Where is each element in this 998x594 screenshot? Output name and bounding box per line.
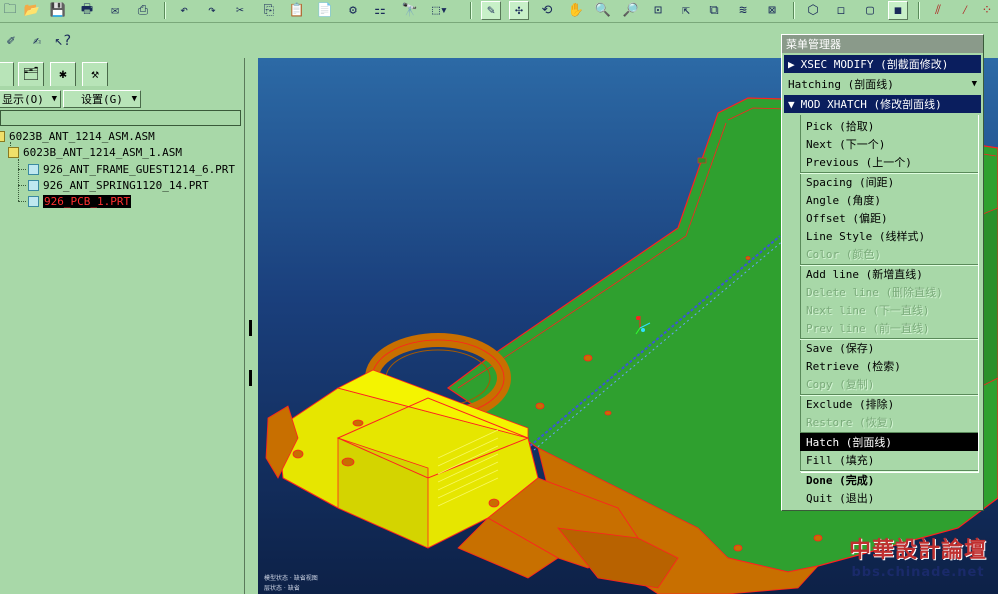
model-tree-menubar: 显示(O) ▼ 设置(G) ▼ (0, 89, 244, 109)
find-icon[interactable]: 🔭 (400, 1, 420, 20)
refit-icon[interactable]: ⊡ (648, 1, 668, 20)
selected-item-label: 926_PCB_1.PRT (43, 194, 132, 208)
menu-item-next-line: Next line (下一直线) (806, 304, 930, 317)
assembly-icon (8, 146, 19, 158)
zoom-out-icon[interactable]: 🔎 (621, 1, 641, 20)
menu-item-restore: Restore (恢复) (806, 416, 895, 429)
chevron-down-icon: ▼ (51, 94, 57, 104)
mod-xhatch-header[interactable]: ▼ MOD XHATCH (修改剖面线) (784, 95, 981, 113)
menu-item-hatch[interactable]: Hatch (剖面线) (800, 433, 978, 451)
send-icon[interactable]: ✉ (105, 1, 125, 20)
paste-special-icon[interactable]: 📄 (315, 1, 335, 20)
datum-plane-icon[interactable]: ⫽ (928, 1, 948, 20)
undo-icon[interactable]: ↶ (174, 1, 194, 20)
triangle-right-icon: ▶ (788, 57, 795, 71)
xsec-modify-header[interactable]: ▶ XSEC MODIFY (剖截面修改) (784, 55, 981, 73)
saved-views-icon[interactable]: ⧉ (704, 1, 724, 20)
folder-icon[interactable]: 🗀 (0, 1, 20, 20)
model-tree-search-field[interactable] (0, 110, 241, 126)
datum-axis-icon[interactable]: ⁄ (955, 1, 975, 20)
folder-browser-tab[interactable]: 🗂 (18, 62, 44, 86)
menu-item-add-line[interactable]: Add line (新增直线) (800, 265, 978, 283)
tree-item-pcb-part[interactable]: 926_PCB_1.PRT (28, 193, 132, 209)
env-icon[interactable]: ⊠ (762, 1, 782, 20)
menu-item-save[interactable]: Save (保存) (800, 339, 978, 357)
forum-watermark: 中華設計論壇 bbs.chinade.net (848, 538, 987, 580)
connections-tab[interactable]: ⚒ (82, 62, 108, 86)
regenerate-icon[interactable]: ⚙ (343, 1, 363, 20)
secondary-toolbar: ✐ ✍ ↖? (0, 26, 74, 56)
whats-this-icon[interactable]: ↖? (52, 30, 74, 52)
context-help-icon[interactable]: ✍ (26, 30, 48, 52)
orient-icon[interactable]: ⟲ (537, 1, 557, 20)
part-icon (28, 163, 39, 175)
menu-item-color: Color (颜色) (806, 248, 881, 261)
chevron-down-icon: ▼ (971, 79, 977, 89)
menu-item-quit[interactable]: Quit (退出) (800, 489, 978, 507)
redo-icon[interactable]: ↷ (202, 1, 222, 20)
print-icon[interactable]: 🖶 (77, 1, 97, 20)
favorites-tab[interactable]: ✱ (50, 62, 76, 86)
chevron-down-icon: ▼ (131, 94, 137, 104)
menu-item-next[interactable]: Next (下一个) (800, 135, 978, 153)
menu-item-done[interactable]: Done (完成) (800, 471, 978, 489)
model-tree-icon[interactable]: ✐ (0, 30, 22, 52)
menu-item-offset[interactable]: Offset (偏距) (800, 209, 978, 227)
select-box-icon[interactable]: ⬚▾ (424, 1, 456, 20)
splitter-grip-icon[interactable] (249, 320, 252, 336)
navigator-tabs: 🗂 ✱ ⚒ (0, 60, 244, 86)
menu-item-line-style[interactable]: Line Style (线样式) (800, 227, 978, 245)
main-toolbar: 🗀 📂 💾 🖶 ✉ ⎙ ↶ ↷ ✂ ⎘ 📋 📄 ⚙ ⚏ 🔭 ⬚▾ ✎ ✣ ⟲ ✋… (0, 0, 998, 23)
menu-item-previous[interactable]: Previous (上一个) (800, 153, 978, 171)
zoom-in-icon[interactable]: 🔍 (593, 1, 613, 20)
reorient-icon[interactable]: ⇱ (676, 1, 696, 20)
menu-item-angle[interactable]: Angle (角度) (800, 191, 978, 209)
tree-item-spring-part[interactable]: 926_ANT_SPRING1120_14.PRT (28, 177, 209, 193)
triangle-down-icon: ▼ (788, 97, 795, 111)
shading-icon[interactable]: ◼ (888, 1, 908, 20)
menu-item-delete-line: Delete line (删除直线) (806, 286, 943, 299)
wireframe-icon[interactable]: ⬡ (803, 1, 823, 20)
hatching-submenu[interactable]: Hatching (剖面线) ▼ (784, 75, 981, 93)
repaint-icon[interactable]: ✎ (481, 1, 501, 20)
copy-icon[interactable]: ⎘ (259, 1, 279, 20)
splitter-grip-icon[interactable] (249, 370, 252, 386)
tree-item-root-asm[interactable]: 6023B_ANT_1214_ASM.ASM (0, 128, 155, 144)
cut-icon[interactable]: ✂ (230, 1, 250, 20)
menu-item-exclude[interactable]: Exclude (排除) (800, 395, 978, 413)
menu-item-fill[interactable]: Fill (填充) (800, 451, 978, 469)
panel-splitter[interactable] (244, 58, 259, 594)
spin-center-icon[interactable]: ✣ (509, 1, 529, 20)
menu-manager: 菜单管理器 ▶ XSEC MODIFY (剖截面修改) Hatching (剖面… (781, 34, 984, 511)
model-tree-tab[interactable] (0, 62, 14, 86)
show-menu-button[interactable]: 显示(O) ▼ (0, 90, 61, 108)
part-icon (28, 179, 39, 191)
menu-item-retrieve[interactable]: Retrieve (检索) (800, 357, 978, 375)
settings-menu-button[interactable]: 设置(G) ▼ (63, 90, 141, 108)
open-icon[interactable]: 📂 (22, 1, 42, 20)
viewport-note: 层状态 · 缺省 (264, 585, 300, 592)
menu-item-prev-line: Prev line (前一直线) (806, 322, 930, 335)
tree-item-frame-part[interactable]: 926_ANT_FRAME_GUEST1214_6.PRT (28, 161, 235, 177)
pan-icon[interactable]: ✋ (566, 1, 586, 20)
part-icon (28, 195, 39, 207)
save-icon[interactable]: 💾 (48, 1, 68, 20)
tree-item-sub-asm[interactable]: 6023B_ANT_1214_ASM_1.ASM (8, 144, 182, 160)
print-preview-icon[interactable]: ⎙ (133, 1, 153, 20)
viewport-note: 模型状态 · 缺省视图 (264, 575, 318, 582)
menu-item-spacing[interactable]: Spacing (间距) (800, 173, 978, 191)
datum-point-icon[interactable]: ⁘ (977, 1, 997, 20)
model-tree: 6023B_ANT_1214_ASM.ASM 6023B_ANT_1214_AS… (0, 128, 244, 594)
assembly-icon (0, 130, 5, 142)
menu-manager-title: 菜单管理器 (782, 35, 983, 53)
layers-icon[interactable]: ≋ (733, 1, 753, 20)
paste-icon[interactable]: 📋 (287, 1, 307, 20)
hidden-line-icon[interactable]: ◻ (831, 1, 851, 20)
menu-item-copy: Copy (复制) (806, 378, 875, 391)
menu-item-pick[interactable]: Pick (拾取) (800, 117, 978, 135)
mapkey-icon[interactable]: ⚏ (370, 1, 390, 20)
no-hidden-icon[interactable]: ▢ (860, 1, 880, 20)
